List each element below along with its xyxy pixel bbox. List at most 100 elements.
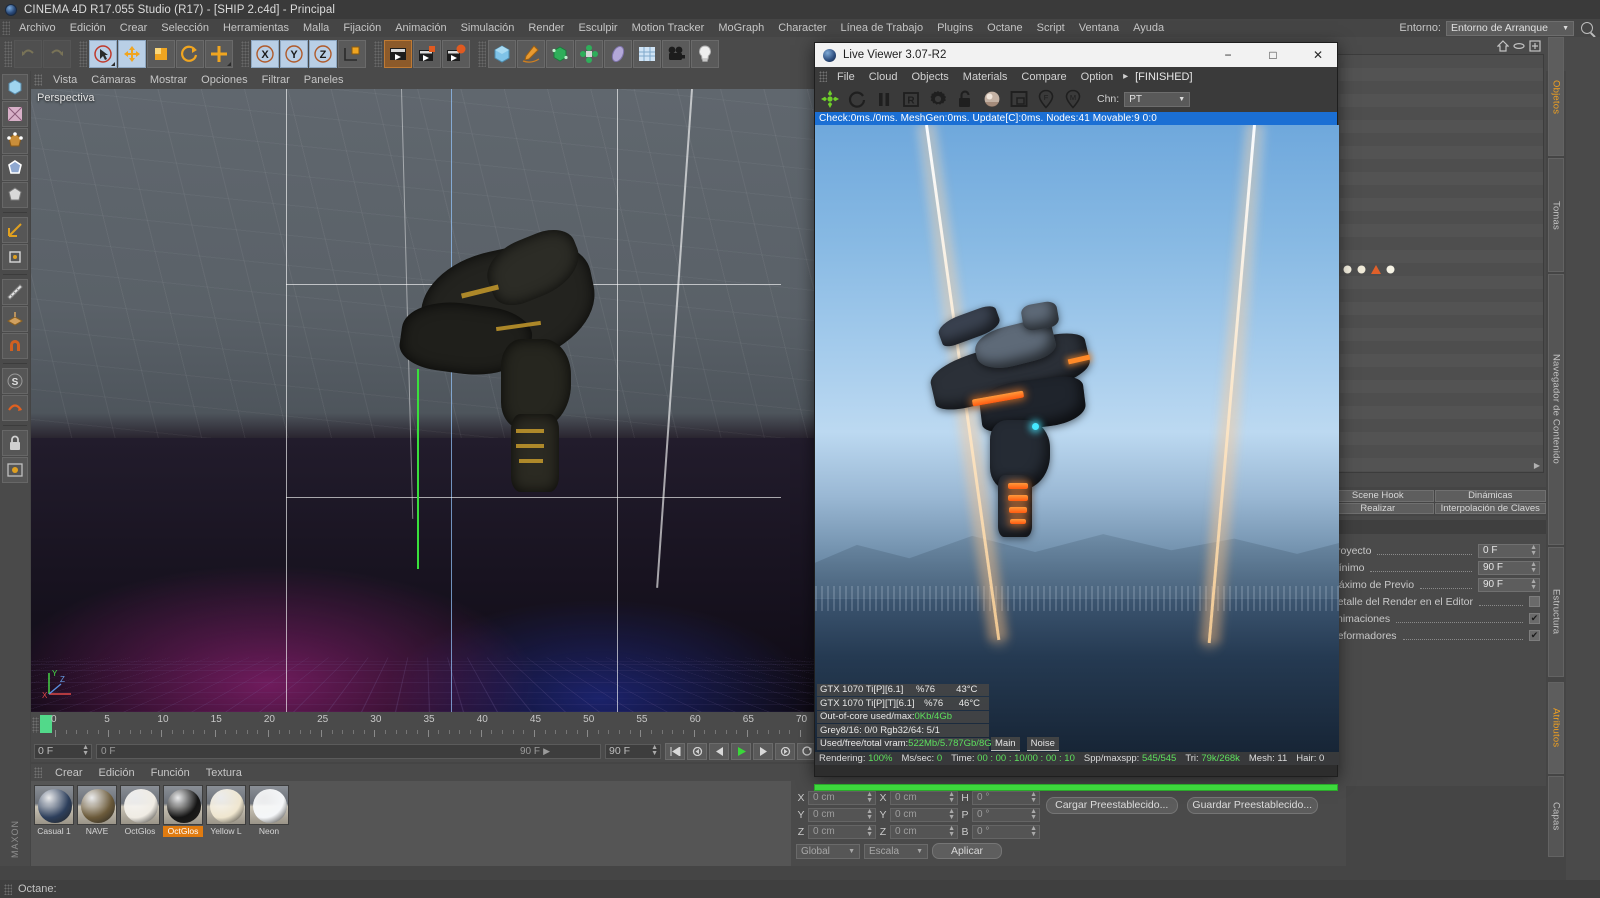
spinner-icon[interactable]: ▲▼ [866, 826, 873, 838]
pause-icon[interactable] [873, 89, 894, 110]
live-viewer-menu-cloud[interactable]: Cloud [862, 71, 905, 83]
timeline-ruler[interactable]: 0510152025303540455055606570 [31, 712, 820, 740]
spinner-icon[interactable]: ▲▼ [866, 792, 873, 804]
render-mode-noise-button[interactable]: Noise [1027, 737, 1059, 751]
material-preview-swatch[interactable] [120, 785, 160, 825]
spinner-icon[interactable]: ▲▼ [948, 792, 955, 804]
viewport-ship-object[interactable] [401, 229, 681, 529]
vertical-tab-estructura[interactable]: Estructura [1548, 547, 1564, 677]
menu-item-ayuda[interactable]: Ayuda [1126, 19, 1171, 37]
spinner-icon[interactable]: ▲▼ [1030, 792, 1037, 804]
snap-magnet-icon[interactable] [2, 333, 28, 359]
coord-size-field[interactable]: 0 cm▲▼ [890, 825, 958, 839]
end-frame-field[interactable]: 90 F ▲▼ [605, 744, 661, 759]
attribute-value-field[interactable]: 0 F▲▼ [1478, 544, 1540, 558]
coord-position-field[interactable]: 0 cm▲▼ [808, 825, 876, 839]
cube-primitive-icon[interactable] [488, 40, 516, 68]
attribute-value-field[interactable]: 90 F▲▼ [1478, 578, 1540, 592]
maximize-button[interactable]: □ [1254, 43, 1292, 67]
material-sphere-icon[interactable] [981, 89, 1002, 110]
lock-open-icon[interactable] [954, 89, 975, 110]
track-arrow-icon[interactable]: ▶ [543, 746, 550, 757]
menu-item-character[interactable]: Character [771, 19, 833, 37]
toolbar-grip-5[interactable] [478, 41, 486, 67]
settings-gear-icon[interactable] [927, 89, 948, 110]
texture-mode-icon[interactable] [2, 101, 28, 127]
toolbar-grip-4[interactable] [374, 41, 382, 67]
material-menu-crear[interactable]: Crear [47, 767, 91, 779]
menu-item-script[interactable]: Script [1030, 19, 1072, 37]
toolbar-grip-2[interactable] [79, 41, 87, 67]
material-menu-función[interactable]: Función [143, 767, 198, 779]
chevron-right-icon[interactable]: ▸ [1120, 71, 1131, 82]
live-viewer-menu-objects[interactable]: Objects [904, 71, 955, 83]
octane-render-start-icon[interactable] [819, 89, 840, 110]
lock-icon[interactable] [2, 430, 28, 456]
material-item[interactable]: OctGlos [120, 785, 160, 866]
menu-item-línea-de-trabajo[interactable]: Línea de Trabajo [834, 19, 931, 37]
workplane-icon[interactable] [2, 306, 28, 332]
spinner-icon-2[interactable]: ▲▼ [651, 745, 658, 757]
coord-rotation-field[interactable]: 0 °▲▼ [972, 791, 1040, 805]
spline-pen-icon[interactable] [517, 40, 545, 68]
points-mode-icon[interactable] [2, 128, 28, 154]
vertical-tab-atributos[interactable]: Atributos [1548, 682, 1564, 774]
menu-item-plugins[interactable]: Plugins [930, 19, 980, 37]
viewport-grip[interactable] [34, 74, 42, 86]
menu-item-motion-tracker[interactable]: Motion Tracker [625, 19, 712, 37]
redo-icon[interactable] [43, 40, 71, 68]
edges-mode-icon[interactable] [2, 155, 28, 181]
live-viewer-menu-materials[interactable]: Materials [956, 71, 1015, 83]
apply-button[interactable]: Aplicar [932, 843, 1002, 859]
checkbox-unchecked-icon[interactable] [1529, 596, 1540, 607]
home-icon[interactable] [1497, 40, 1509, 52]
vertical-tab-tomas[interactable]: Tomas [1548, 158, 1564, 272]
menu-item-herramientas[interactable]: Herramientas [216, 19, 296, 37]
menu-item-mograph[interactable]: MoGraph [711, 19, 771, 37]
checkbox-checked-icon[interactable]: ✔ [1529, 630, 1540, 641]
load-preset-button[interactable]: Cargar Preestablecido... [1046, 797, 1178, 814]
scroll-arrow-icon[interactable]: ▶ [1534, 461, 1540, 470]
plus-axis-icon[interactable] [205, 40, 233, 68]
menu-item-simulación[interactable]: Simulación [454, 19, 522, 37]
menu-item-archivo[interactable]: Archivo [12, 19, 63, 37]
attribute-tab-interpolación-de-claves[interactable]: Interpolación de Claves [1435, 503, 1547, 515]
material-item[interactable]: NAVE [77, 785, 117, 866]
menu-item-esculpir[interactable]: Esculpir [571, 19, 624, 37]
material-manager-body[interactable]: Casual 1NAVEOctGlosOctGlosYellow LNeon [31, 781, 791, 866]
material-picker-icon[interactable]: M [1062, 89, 1083, 110]
render-region-icon[interactable] [413, 40, 441, 68]
viewport-lock-icon[interactable] [2, 457, 28, 483]
menu-item-crear[interactable]: Crear [113, 19, 155, 37]
viewport-menu-opciones[interactable]: Opciones [194, 74, 254, 86]
save-preset-button[interactable]: Guardar Preestablecido... [1187, 797, 1319, 814]
deformer-icon[interactable] [604, 40, 632, 68]
camera-icon[interactable] [662, 40, 690, 68]
spinner-icon[interactable]: ▲▼ [1530, 579, 1537, 591]
coord-system-dropdown[interactable]: Global▼ [796, 844, 860, 859]
generator-green-icon[interactable] [546, 40, 574, 68]
live-viewer-window[interactable]: Live Viewer 3.07-R2 − □ ✕ FileCloudObjec… [814, 42, 1338, 777]
vertical-tab-navegador-de-contenido[interactable]: Navegador de Contenido [1548, 274, 1564, 544]
current-frame-field[interactable]: 0 F ▲▼ [34, 744, 92, 759]
spinner-icon[interactable]: ▲▼ [948, 809, 955, 821]
goto-start-icon[interactable] [665, 743, 685, 760]
viewport-menu-mostrar[interactable]: Mostrar [143, 74, 194, 86]
viewport-menu-paneles[interactable]: Paneles [297, 74, 351, 86]
material-item[interactable]: Yellow L [206, 785, 246, 866]
live-viewer-menu-file[interactable]: File [830, 71, 862, 83]
menu-item-malla[interactable]: Malla [296, 19, 336, 37]
material-preview-swatch[interactable] [34, 785, 74, 825]
quantize-s-icon[interactable]: S [2, 368, 28, 394]
timeline-grip[interactable] [32, 717, 39, 733]
focus-picker-icon[interactable]: F [1035, 89, 1056, 110]
spinner-icon[interactable]: ▲▼ [1530, 545, 1537, 557]
environment-dropdown[interactable]: Entorno de Arranque ▼ [1446, 21, 1574, 36]
spinner-icon[interactable]: ▲▼ [1030, 826, 1037, 838]
material-menu-edición[interactable]: Edición [91, 767, 143, 779]
coord-position-field[interactable]: 0 cm▲▼ [808, 791, 876, 805]
axis-x-icon[interactable]: X [251, 40, 279, 68]
add-layer-icon[interactable] [1529, 40, 1541, 52]
spinner-icon[interactable]: ▲▼ [1030, 809, 1037, 821]
object-row-markers[interactable] [1325, 263, 1543, 276]
